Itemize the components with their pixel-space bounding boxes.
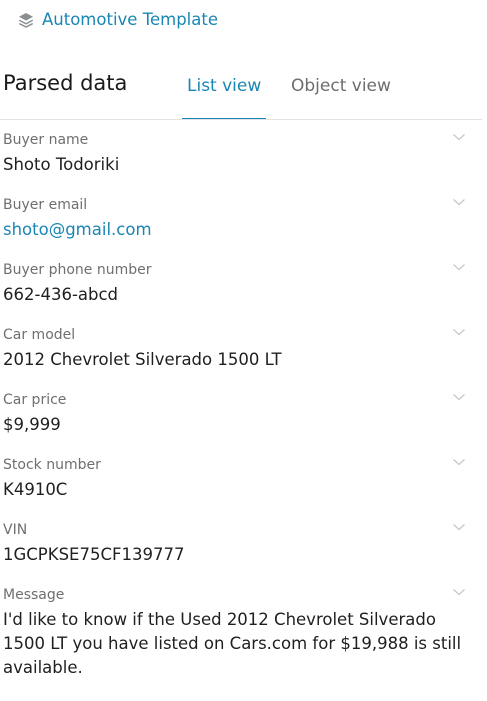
field-value: 1GCPKSE75CF139777	[3, 545, 185, 564]
field-car-model[interactable]: Car model 2012 Chevrolet Silverado 1500 …	[0, 327, 482, 375]
field-value: 2012 Chevrolet Silverado 1500 LT	[3, 350, 282, 369]
field-label: Message	[3, 587, 65, 603]
chevron-down-icon[interactable]	[452, 262, 466, 272]
field-label: Buyer name	[3, 132, 89, 148]
field-label: Buyer phone number	[3, 262, 152, 278]
chevron-down-icon[interactable]	[452, 522, 466, 532]
field-label: VIN	[3, 522, 28, 538]
field-buyer-phone[interactable]: Buyer phone number 662-436-abcd	[0, 262, 482, 310]
field-stock-number[interactable]: Stock number K4910C	[0, 457, 482, 505]
field-label: Car model	[3, 327, 76, 343]
message-value: I'd like to know if the Used 2012 Chevro…	[3, 610, 462, 677]
field-vin[interactable]: VIN 1GCPKSE75CF139777	[0, 522, 482, 570]
field-value: K4910C	[3, 480, 68, 499]
template-label[interactable]: Automotive Template	[42, 10, 218, 29]
header-divider	[0, 119, 482, 120]
field-buyer-email[interactable]: Buyer email shoto@gmail.com	[0, 197, 482, 245]
email-link[interactable]: shoto@gmail.com	[3, 218, 481, 242]
field-label: Car price	[3, 392, 67, 408]
chevron-down-icon[interactable]	[452, 392, 466, 402]
chevron-down-icon[interactable]	[452, 197, 466, 207]
field-value: $9,999	[3, 415, 61, 434]
field-message[interactable]: Message I'd like to know if the Used 201…	[0, 587, 482, 687]
field-car-price[interactable]: Car price $9,999	[0, 392, 482, 440]
tab-object-view[interactable]: Object view	[291, 76, 391, 96]
field-label: Stock number	[3, 457, 101, 473]
page-title: Parsed data	[3, 71, 128, 95]
chevron-down-icon[interactable]	[452, 327, 466, 337]
chevron-down-icon[interactable]	[452, 587, 466, 597]
field-value: Shoto Todoriki	[3, 155, 120, 174]
template-link[interactable]: Automotive Template	[17, 10, 218, 29]
parsed-data-header: Parsed data List view Object view	[0, 62, 487, 120]
field-label: Buyer email	[3, 197, 88, 213]
field-buyer-name[interactable]: Buyer name Shoto Todoriki	[0, 132, 482, 180]
tab-list-view[interactable]: List view	[187, 76, 261, 96]
chevron-down-icon[interactable]	[452, 132, 466, 142]
layers-icon	[17, 11, 35, 29]
chevron-down-icon[interactable]	[452, 457, 466, 467]
field-value: 662-436-abcd	[3, 285, 119, 304]
